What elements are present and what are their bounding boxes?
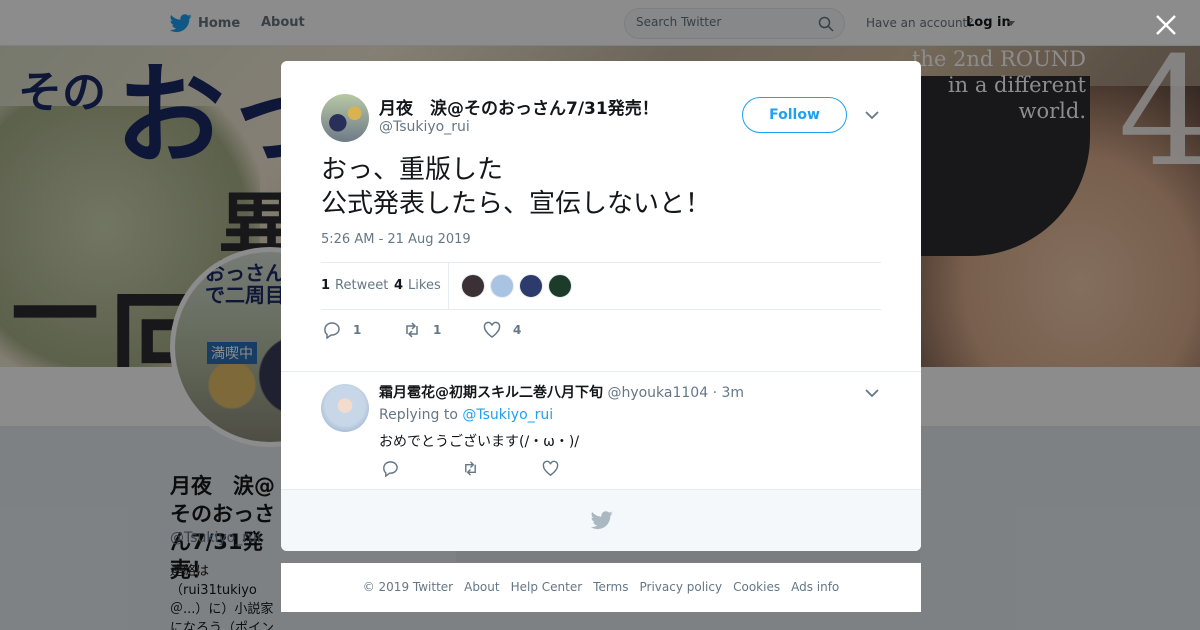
tweet-text-line-2: 公式発表したら、宣伝しないと！ (321, 189, 712, 219)
reply-reply-button[interactable] (382, 460, 399, 481)
footer-links: © 2019 Twitter About Help Center Terms P… (281, 580, 921, 594)
liker-avatar[interactable] (519, 274, 543, 298)
footer-about-link[interactable]: About (464, 580, 499, 594)
reply-retweet-button[interactable] (462, 460, 479, 481)
retweet-count: 1 (321, 278, 331, 293)
tweet-author-name[interactable]: 月夜 涙@そのおっさん7/31発売！ (379, 94, 659, 119)
tweet-text: おっ、重版した 公式発表したら、宣伝しないと！ (321, 153, 881, 221)
replying-to: Replying to @Tsukiyo_rui (379, 407, 553, 423)
likes-stat-label: Likes (408, 278, 441, 293)
liker-avatars (461, 274, 577, 298)
reply-button[interactable]: 1 (323, 321, 361, 339)
site-footer: © 2019 Twitter About Help Center Terms P… (281, 563, 921, 612)
reply-like-button[interactable] (542, 460, 559, 481)
tweet-permalink-modal: 月夜 涙@そのおっさん7/31発売！ @Tsukiyo_rui Follow お… (281, 61, 921, 551)
follow-button[interactable]: Follow (742, 97, 847, 133)
reply-text: おめでとうございます(/・ω・)/ (379, 434, 580, 450)
replying-to-prefix: Replying to (379, 407, 458, 423)
tweet-stats: 1 Retweet 4 Likes (321, 262, 881, 310)
tweet-text-line-1: おっ、重版した (321, 155, 504, 185)
footer-copyright: © 2019 Twitter (362, 580, 454, 594)
chevron-down-icon[interactable] (865, 109, 879, 121)
reply-author-name[interactable]: 霜月雹花@初期スキル二巻八月下旬 (379, 385, 603, 401)
heart-icon (542, 460, 559, 476)
reply-count: 1 (353, 323, 362, 337)
tweet-timestamp[interactable]: 5:26 AM - 21 Aug 2019 (321, 232, 471, 247)
modal-footer (281, 489, 921, 551)
reply-author-avatar[interactable] (321, 384, 369, 432)
footer-terms-link[interactable]: Terms (593, 580, 628, 594)
stats-divider (448, 263, 449, 309)
footer-privacy-link[interactable]: Privacy policy (640, 580, 723, 594)
chevron-down-icon[interactable] (865, 387, 879, 399)
reply-tweet[interactable]: 霜月雹花@初期スキル二巻八月下旬 @hyouka1104 · 3m Replyi… (281, 371, 921, 489)
heart-icon (483, 321, 501, 338)
reply-icon (383, 461, 398, 478)
reply-author-handle[interactable]: @hyouka1104 (607, 385, 708, 401)
like-action-count: 4 (513, 323, 522, 337)
liker-avatar[interactable] (461, 274, 485, 298)
tweet-author-handle[interactable]: @Tsukiyo_rui (379, 119, 470, 135)
footer-cookies-link[interactable]: Cookies (733, 580, 780, 594)
retweet-icon (465, 461, 476, 476)
tweet-author-avatar[interactable] (321, 94, 369, 142)
liker-avatar[interactable] (490, 274, 514, 298)
reply-time[interactable]: · 3m (713, 385, 744, 401)
liker-avatar[interactable] (548, 274, 572, 298)
retweet-stat-label: Retweet (335, 278, 389, 293)
retweet-action-count: 1 (433, 323, 442, 337)
footer-ads-link[interactable]: Ads info (791, 580, 839, 594)
likes-stat[interactable]: 4 Likes (394, 278, 441, 293)
like-count: 4 (394, 278, 404, 293)
reply-icon (324, 322, 340, 339)
twitter-bird-icon (591, 511, 613, 530)
like-button[interactable]: 4 (483, 321, 521, 339)
retweet-button[interactable]: 1 (403, 321, 441, 339)
reply-header: 霜月雹花@初期スキル二巻八月下旬 @hyouka1104 · 3m (379, 382, 744, 402)
close-icon[interactable] (1153, 12, 1179, 38)
replying-to-handle-link[interactable]: @Tsukiyo_rui (462, 407, 553, 423)
retweet-icon (406, 322, 418, 338)
retweet-stat[interactable]: 1 Retweet (321, 278, 388, 293)
footer-help-link[interactable]: Help Center (511, 580, 583, 594)
